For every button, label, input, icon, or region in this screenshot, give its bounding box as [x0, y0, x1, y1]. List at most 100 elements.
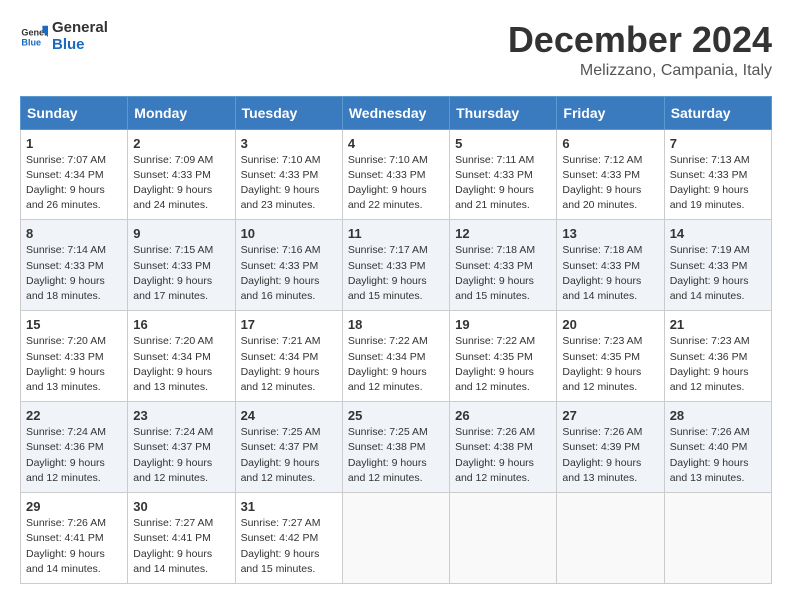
day-cell: 24 Sunrise: 7:25 AMSunset: 4:37 PMDayligh…: [235, 402, 342, 493]
day-cell: [664, 493, 771, 584]
day-cell: 17 Sunrise: 7:21 AMSunset: 4:34 PMDayligh…: [235, 311, 342, 402]
day-info: Sunrise: 7:24 AMSunset: 4:37 PMDaylight:…: [133, 425, 229, 486]
day-number: 3: [241, 136, 337, 151]
month-title: December 2024: [508, 20, 772, 60]
day-info: Sunrise: 7:25 AMSunset: 4:38 PMDaylight:…: [348, 425, 444, 486]
day-info: Sunrise: 7:27 AMSunset: 4:41 PMDaylight:…: [133, 516, 229, 577]
day-number: 19: [455, 317, 551, 332]
weekday-header-monday: Monday: [128, 96, 235, 129]
day-info: Sunrise: 7:25 AMSunset: 4:37 PMDaylight:…: [241, 425, 337, 486]
day-info: Sunrise: 7:26 AMSunset: 4:38 PMDaylight:…: [455, 425, 551, 486]
day-cell: 10 Sunrise: 7:16 AMSunset: 4:33 PMDayligh…: [235, 220, 342, 311]
day-cell: 16Sunrise: 7:20 AMSunset: 4:34 PMDayligh…: [128, 311, 235, 402]
week-row-5: 29Sunrise: 7:26 AMSunset: 4:41 PMDayligh…: [21, 493, 772, 584]
day-cell: 26 Sunrise: 7:26 AMSunset: 4:38 PMDayligh…: [450, 402, 557, 493]
day-cell: 7 Sunrise: 7:13 AMSunset: 4:33 PMDaylight…: [664, 129, 771, 220]
day-info: Sunrise: 7:22 AMSunset: 4:34 PMDaylight:…: [348, 334, 444, 395]
day-cell: 14Sunrise: 7:19 AMSunset: 4:33 PMDayligh…: [664, 220, 771, 311]
day-cell: 23 Sunrise: 7:24 AMSunset: 4:37 PMDayligh…: [128, 402, 235, 493]
header: General Blue General Blue December 2024 …: [20, 20, 772, 80]
day-cell: 11 Sunrise: 7:17 AMSunset: 4:33 PMDayligh…: [342, 220, 449, 311]
day-number: 28: [670, 408, 766, 423]
day-cell: 4Sunrise: 7:10 AMSunset: 4:33 PMDaylight…: [342, 129, 449, 220]
day-number: 23: [133, 408, 229, 423]
day-info: Sunrise: 7:24 AMSunset: 4:36 PMDaylight:…: [26, 425, 122, 486]
day-number: 2: [133, 136, 229, 151]
day-number: 10: [241, 226, 337, 241]
day-number: 11: [348, 226, 444, 241]
day-info: Sunrise: 7:14 AMSunset: 4:33 PMDaylight:…: [26, 243, 122, 304]
logo-general-text: General: [52, 20, 108, 37]
day-number: 12: [455, 226, 551, 241]
day-number: 25: [348, 408, 444, 423]
weekday-header-row: SundayMondayTuesdayWednesdayThursdayFrid…: [21, 96, 772, 129]
day-info: Sunrise: 7:16 AMSunset: 4:33 PMDaylight:…: [241, 243, 337, 304]
day-number: 21: [670, 317, 766, 332]
day-number: 22: [26, 408, 122, 423]
day-number: 4: [348, 136, 444, 151]
day-number: 13: [562, 226, 658, 241]
day-info: Sunrise: 7:23 AMSunset: 4:35 PMDaylight:…: [562, 334, 658, 395]
day-info: Sunrise: 7:27 AMSunset: 4:42 PMDaylight:…: [241, 516, 337, 577]
weekday-header-friday: Friday: [557, 96, 664, 129]
title-area: December 2024 Melizzano, Campania, Italy: [508, 20, 772, 80]
day-number: 27: [562, 408, 658, 423]
weekday-header-saturday: Saturday: [664, 96, 771, 129]
day-info: Sunrise: 7:20 AMSunset: 4:33 PMDaylight:…: [26, 334, 122, 395]
logo-blue-text: Blue: [52, 37, 108, 54]
day-cell: 30Sunrise: 7:27 AMSunset: 4:41 PMDayligh…: [128, 493, 235, 584]
day-number: 7: [670, 136, 766, 151]
day-number: 31: [241, 499, 337, 514]
day-info: Sunrise: 7:17 AMSunset: 4:33 PMDaylight:…: [348, 243, 444, 304]
day-cell: 27 Sunrise: 7:26 AMSunset: 4:39 PMDayligh…: [557, 402, 664, 493]
day-cell: 15Sunrise: 7:20 AMSunset: 4:33 PMDayligh…: [21, 311, 128, 402]
day-cell: 20 Sunrise: 7:23 AMSunset: 4:35 PMDayligh…: [557, 311, 664, 402]
day-cell: 5 Sunrise: 7:11 AMSunset: 4:33 PMDaylight…: [450, 129, 557, 220]
day-number: 17: [241, 317, 337, 332]
day-cell: 12 Sunrise: 7:18 AMSunset: 4:33 PMDayligh…: [450, 220, 557, 311]
weekday-header-tuesday: Tuesday: [235, 96, 342, 129]
day-cell: 29Sunrise: 7:26 AMSunset: 4:41 PMDayligh…: [21, 493, 128, 584]
day-info: Sunrise: 7:21 AMSunset: 4:34 PMDaylight:…: [241, 334, 337, 395]
location-subtitle: Melizzano, Campania, Italy: [508, 62, 772, 80]
day-info: Sunrise: 7:18 AMSunset: 4:33 PMDaylight:…: [455, 243, 551, 304]
day-info: Sunrise: 7:22 AMSunset: 4:35 PMDaylight:…: [455, 334, 551, 395]
day-cell: 19 Sunrise: 7:22 AMSunset: 4:35 PMDayligh…: [450, 311, 557, 402]
logo-icon: General Blue: [20, 23, 48, 51]
day-cell: 28Sunrise: 7:26 AMSunset: 4:40 PMDayligh…: [664, 402, 771, 493]
day-number: 9: [133, 226, 229, 241]
day-info: Sunrise: 7:23 AMSunset: 4:36 PMDaylight:…: [670, 334, 766, 395]
day-number: 20: [562, 317, 658, 332]
day-cell: 8Sunrise: 7:14 AMSunset: 4:33 PMDaylight…: [21, 220, 128, 311]
weekday-header-sunday: Sunday: [21, 96, 128, 129]
day-info: Sunrise: 7:26 AMSunset: 4:39 PMDaylight:…: [562, 425, 658, 486]
day-info: Sunrise: 7:10 AMSunset: 4:33 PMDaylight:…: [241, 153, 337, 214]
day-info: Sunrise: 7:13 AMSunset: 4:33 PMDaylight:…: [670, 153, 766, 214]
weekday-header-thursday: Thursday: [450, 96, 557, 129]
day-info: Sunrise: 7:26 AMSunset: 4:41 PMDaylight:…: [26, 516, 122, 577]
weekday-header-wednesday: Wednesday: [342, 96, 449, 129]
week-row-2: 8Sunrise: 7:14 AMSunset: 4:33 PMDaylight…: [21, 220, 772, 311]
day-number: 6: [562, 136, 658, 151]
day-cell: 1Sunrise: 7:07 AMSunset: 4:34 PMDaylight…: [21, 129, 128, 220]
day-number: 14: [670, 226, 766, 241]
day-number: 5: [455, 136, 551, 151]
day-cell: 2Sunrise: 7:09 AMSunset: 4:33 PMDaylight…: [128, 129, 235, 220]
week-row-3: 15Sunrise: 7:20 AMSunset: 4:33 PMDayligh…: [21, 311, 772, 402]
day-number: 24: [241, 408, 337, 423]
day-cell: 3 Sunrise: 7:10 AMSunset: 4:33 PMDaylight…: [235, 129, 342, 220]
calendar-table: SundayMondayTuesdayWednesdayThursdayFrid…: [20, 96, 772, 584]
day-info: Sunrise: 7:07 AMSunset: 4:34 PMDaylight:…: [26, 153, 122, 214]
day-cell: 18 Sunrise: 7:22 AMSunset: 4:34 PMDayligh…: [342, 311, 449, 402]
day-number: 18: [348, 317, 444, 332]
week-row-1: 1Sunrise: 7:07 AMSunset: 4:34 PMDaylight…: [21, 129, 772, 220]
day-cell: 22 Sunrise: 7:24 AMSunset: 4:36 PMDayligh…: [21, 402, 128, 493]
day-number: 26: [455, 408, 551, 423]
day-info: Sunrise: 7:11 AMSunset: 4:33 PMDaylight:…: [455, 153, 551, 214]
day-cell: 31 Sunrise: 7:27 AMSunset: 4:42 PMDayligh…: [235, 493, 342, 584]
day-cell: 6 Sunrise: 7:12 AMSunset: 4:33 PMDaylight…: [557, 129, 664, 220]
day-cell: 9Sunrise: 7:15 AMSunset: 4:33 PMDaylight…: [128, 220, 235, 311]
day-cell: [450, 493, 557, 584]
day-info: Sunrise: 7:12 AMSunset: 4:33 PMDaylight:…: [562, 153, 658, 214]
day-cell: [342, 493, 449, 584]
